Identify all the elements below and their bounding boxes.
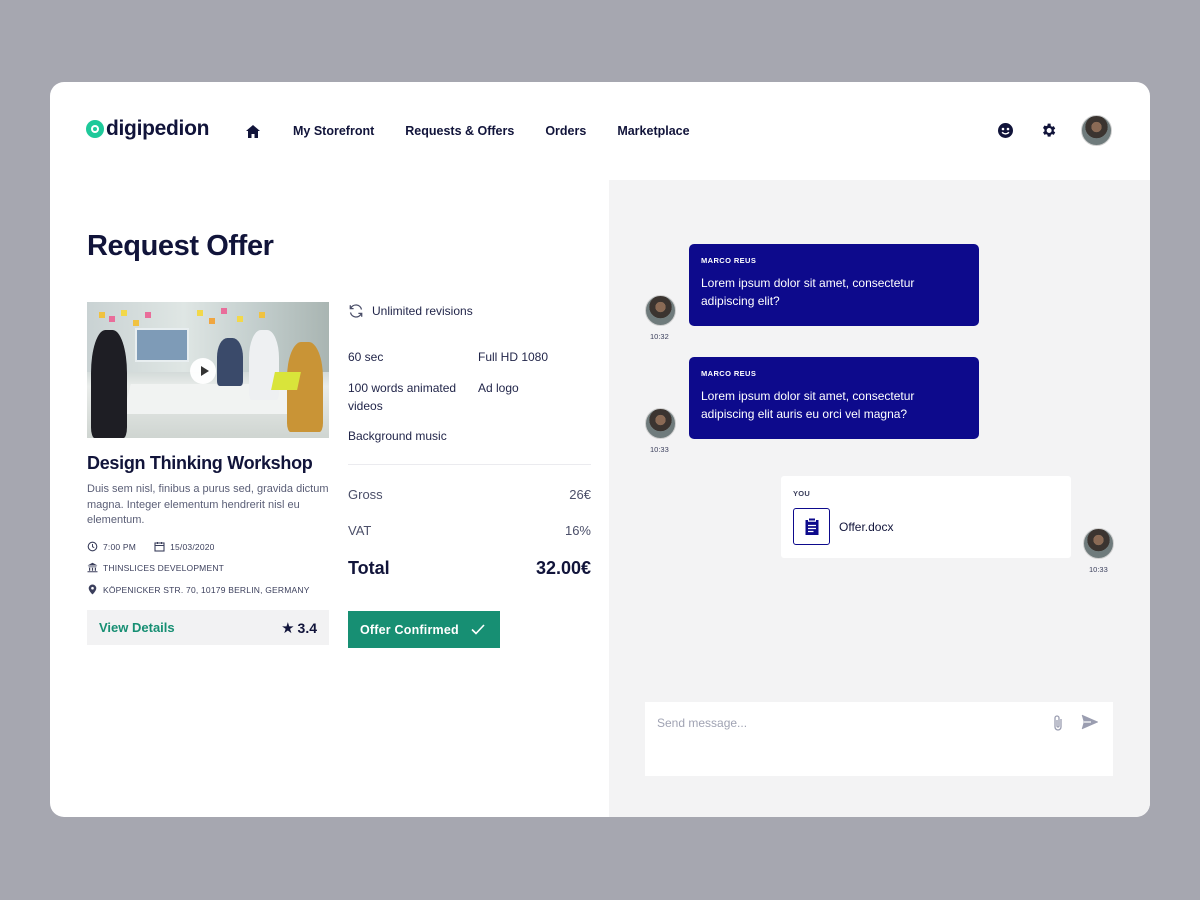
top-nav-bar: digipedion My Storefront Requests & Offe…: [50, 82, 1150, 180]
smiley-icon[interactable]: [995, 121, 1015, 141]
own-avatar[interactable]: [1083, 528, 1114, 559]
price-divider: [348, 464, 591, 465]
sticky-note: [259, 312, 265, 318]
whiteboard-screen: [135, 328, 189, 362]
main-nav: My Storefront Requests & Offers Orders M…: [245, 122, 721, 140]
revisions-label: Unlimited revisions: [372, 304, 473, 318]
total-label: Total: [348, 558, 390, 578]
person-figure: [91, 330, 127, 438]
logo-mark-icon: [86, 120, 104, 138]
own-message-label: YOU: [793, 489, 811, 498]
message-sender: MARCO REUS: [701, 256, 757, 265]
message-composer: [645, 702, 1113, 776]
workshop-schedule: 7:00 PM 15/03/2020: [87, 541, 233, 552]
sticky-note: [197, 310, 203, 316]
workshop-company: THINSLICES DEVELOPMENT: [103, 562, 225, 573]
calendar-icon: [154, 541, 165, 552]
location-pin-icon: [87, 584, 98, 595]
gross-row: Gross 26€: [348, 487, 591, 502]
send-icon[interactable]: [1081, 714, 1099, 732]
workshop-description: Duis sem nisl, finibus a purus sed, grav…: [87, 483, 329, 526]
attachment-filename[interactable]: Offer.docx: [839, 520, 893, 534]
feature-resolution: Full HD 1080: [478, 350, 549, 364]
brand-name: digipedion: [106, 117, 210, 140]
vat-label: VAT: [348, 523, 372, 538]
offer-specs: Unlimited revisions 60 sec Full HD 1080 …: [348, 302, 591, 443]
message-time: 10:32: [650, 332, 669, 341]
nav-item-requests-offers[interactable]: Requests & Offers: [405, 124, 514, 138]
sticky-note: [109, 316, 115, 322]
revisions-row: Unlimited revisions: [348, 302, 591, 320]
message-text: Lorem ipsum dolor sit amet, consectetur …: [701, 389, 915, 421]
nav-item-marketplace[interactable]: Marketplace: [617, 124, 689, 138]
gear-icon[interactable]: [1038, 121, 1058, 141]
message-time: 10:33: [650, 445, 669, 454]
rating-value: 3.4: [297, 619, 317, 636]
sticky-note: [121, 310, 127, 316]
gross-value: 26€: [569, 487, 591, 502]
vat-value: 16%: [564, 523, 591, 538]
sticky-note: [221, 308, 227, 314]
message-input[interactable]: [657, 714, 1037, 732]
play-icon[interactable]: [190, 358, 216, 384]
total-row: Total 32.00€: [348, 558, 591, 579]
sticky-note: [133, 320, 139, 326]
chat-message-incoming: MARCO REUS Lorem ipsum dolor sit amet, c…: [689, 357, 979, 439]
sticky-note: [237, 316, 243, 322]
feature-ad-logo: Ad logo: [478, 381, 519, 395]
workshop-title: Design Thinking Workshop: [87, 453, 313, 473]
sticky-note: [145, 312, 151, 318]
view-details-bar: View Details ★ 3.4: [87, 610, 329, 645]
chat-message-incoming: MARCO REUS Lorem ipsum dolor sit amet, c…: [689, 244, 979, 326]
offer-confirmed-button[interactable]: Offer Confirmed: [348, 611, 500, 648]
app-window: digipedion My Storefront Requests & Offe…: [50, 82, 1150, 817]
rating: ★ 3.4: [281, 619, 317, 637]
header-actions: [995, 115, 1112, 146]
clipboard-icon[interactable]: [793, 508, 830, 545]
vat-row: VAT 16%: [348, 523, 591, 538]
brand-logo[interactable]: digipedion: [86, 117, 209, 141]
workshop-video-thumbnail[interactable]: [87, 302, 329, 438]
star-icon: ★: [281, 619, 295, 637]
message-sender: MARCO REUS: [701, 369, 757, 378]
sender-avatar[interactable]: [645, 408, 676, 439]
message-time: 10:33: [1089, 565, 1108, 574]
laptop: [271, 372, 301, 390]
refresh-icon: [348, 303, 364, 319]
chat-message-outgoing: YOU Offer.docx: [781, 476, 1071, 558]
workshop-date: 15/03/2020: [170, 541, 215, 552]
workshop-address: KÖPENICKER STR. 70, 10179 BERLIN, GERMAN…: [103, 584, 310, 595]
feature-duration: 60 sec: [348, 350, 384, 364]
workshop-time: 7:00 PM: [103, 541, 137, 552]
page-title: Request Offer: [87, 230, 274, 262]
chat-panel: MARCO REUS Lorem ipsum dolor sit amet, c…: [609, 180, 1150, 817]
nav-item-my-storefront[interactable]: My Storefront: [293, 124, 374, 138]
user-avatar[interactable]: [1081, 115, 1112, 146]
workshop-address-row: KÖPENICKER STR. 70, 10179 BERLIN, GERMAN…: [87, 584, 310, 595]
checkmark-icon: [471, 624, 485, 635]
sticky-note: [209, 318, 215, 324]
institution-icon: [87, 562, 98, 573]
nav-item-orders[interactable]: Orders: [545, 124, 586, 138]
sticky-note: [99, 312, 105, 318]
offer-confirmed-label: Offer Confirmed: [360, 622, 459, 637]
message-text: Lorem ipsum dolor sit amet, consectetur …: [701, 276, 915, 308]
gross-label: Gross: [348, 487, 383, 502]
workshop-company-row: THINSLICES DEVELOPMENT: [87, 562, 224, 573]
feature-animated-words: 100 words animated videos: [348, 381, 457, 413]
clock-icon: [87, 541, 98, 552]
total-value: 32.00€: [535, 558, 591, 578]
sender-avatar[interactable]: [645, 295, 676, 326]
date-item: 15/03/2020: [154, 541, 215, 552]
view-details-link[interactable]: View Details: [99, 620, 175, 635]
person-figure: [217, 338, 243, 386]
feature-background-music: Background music: [348, 429, 447, 443]
time-item: 7:00 PM: [87, 541, 136, 552]
paperclip-icon[interactable]: [1052, 714, 1068, 732]
home-icon[interactable]: [245, 122, 263, 140]
